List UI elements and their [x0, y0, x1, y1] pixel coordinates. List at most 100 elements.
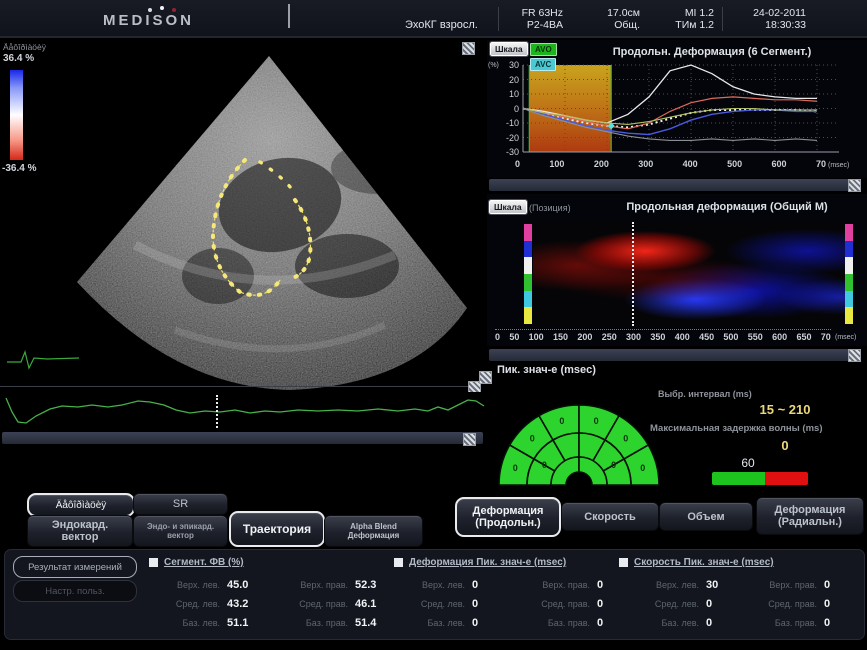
table-row: Баз. лев.0	[405, 613, 478, 632]
time-label: 18:30:33	[730, 19, 806, 31]
velocity-peak-col-left: Верх. лев.30 Сред. лев.0 Баз. лев.0	[639, 575, 718, 632]
row-value: 0	[706, 598, 712, 610]
measure-result-button[interactable]: Результат измерений	[13, 556, 137, 578]
user-settings-button[interactable]: Настр. польз.	[13, 580, 137, 602]
app-mode: Общ.	[585, 19, 640, 31]
svg-text:0: 0	[530, 433, 535, 443]
strain-x-ticks: 010020030040050060070	[515, 159, 826, 169]
row-value: 46.1	[355, 598, 376, 610]
strain-mmode-heatmap[interactable]	[533, 222, 845, 326]
probe-name: P2-4BA	[505, 19, 563, 31]
mmode-panel: Шкала (Позиция) Продольная деформация (О…	[487, 194, 867, 346]
logo-divider	[288, 4, 290, 28]
row-value: 0	[824, 617, 830, 629]
row-label: Верх. прав.	[288, 580, 348, 590]
tis-value: ТИм 1.2	[652, 19, 714, 31]
avc-badge: AVC	[530, 58, 556, 71]
row-label: Сред. прав.	[757, 599, 817, 609]
row-label: Баз. лев.	[639, 618, 699, 628]
strain-longitudinal-button[interactable]: Деформация (Продольн.)	[455, 497, 561, 537]
checkbox[interactable]	[149, 558, 158, 567]
section-title: Сегмент. ФВ (%)	[164, 557, 244, 568]
row-value: 30	[706, 579, 718, 591]
mmode-scrollbar-icon[interactable]	[848, 349, 861, 362]
section-header-velocity-peak: Скорость Пик. знач-е (msec)	[619, 557, 774, 568]
segment-colorbar-left	[524, 224, 532, 324]
mmode-scrollbar[interactable]	[489, 349, 861, 361]
velocity-button[interactable]: Скорость	[561, 502, 659, 531]
trajectory-button[interactable]: Траектория	[229, 511, 325, 547]
strain-scrollbar[interactable]	[489, 179, 861, 191]
cine-scrollbar-icon[interactable]	[463, 433, 476, 446]
row-label: Сред. лев.	[160, 599, 220, 609]
row-label: Верх. лев.	[639, 580, 699, 590]
interval-label: Выбр. интервал (ms)	[658, 389, 752, 399]
strain-chart-title: Продольн. Деформация (6 Сегмент.)	[567, 46, 857, 58]
button-label: Эндо- и эпикард.	[147, 522, 214, 531]
button-label: Объем	[687, 511, 724, 523]
row-value: 0	[597, 598, 603, 610]
row-label: Баз. лев.	[405, 618, 465, 628]
bullseye-map[interactable]: 00000000	[494, 382, 664, 488]
logo-dot	[160, 6, 164, 10]
table-row: Сред. прав. 0	[530, 594, 603, 613]
delay-bar-value: 60	[728, 456, 768, 470]
row-label: Сред. прав.	[530, 599, 590, 609]
alpha-blend-button[interactable]: Alpha Blend Деформация	[324, 515, 423, 547]
table-row: Сред. прав. 46.1	[288, 594, 376, 613]
sr-button[interactable]: SR	[133, 493, 228, 515]
table-row: Верх. лев.0	[405, 575, 478, 594]
row-label: Сред. прав.	[288, 599, 348, 609]
image-corner-icon[interactable]	[462, 42, 475, 55]
deformation-button[interactable]: Äåôîðìàöèÿ	[27, 493, 135, 517]
delay-bar-red	[765, 472, 808, 485]
checkbox[interactable]	[619, 558, 628, 567]
svg-text:0: 0	[611, 460, 616, 470]
row-value: 45.0	[227, 579, 248, 591]
brand-logo: MEDISON	[103, 12, 194, 29]
table-row: Сред. прав. 0	[757, 594, 830, 613]
button-label: Alpha Blend	[350, 522, 397, 531]
endo-epi-vector-button[interactable]: Эндо- и эпикард. вектор	[133, 515, 228, 547]
ecg-strip	[0, 392, 487, 430]
table-row: Баз. прав.0	[530, 613, 603, 632]
colorbar-title: Äåôîðìàöèÿ	[3, 42, 46, 52]
scale-button[interactable]: Шкала	[489, 200, 527, 214]
ecg-frame-cursor[interactable]	[216, 395, 218, 428]
table-row: Баз. лев.51.1	[160, 613, 248, 632]
cine-scrollbar[interactable]	[2, 432, 483, 444]
row-label: Баз. лев.	[160, 618, 220, 628]
row-value: 0	[597, 617, 603, 629]
row-label: Баз. прав.	[288, 618, 348, 628]
endocardial-vector-button[interactable]: Эндокард. вектор	[27, 515, 133, 547]
ultrasound-image[interactable]	[55, 40, 487, 392]
mmode-cursor[interactable]	[632, 222, 634, 326]
delay-threshold-bar[interactable]	[712, 472, 808, 485]
section-title: Деформация Пик. знач-е (msec)	[409, 557, 566, 568]
avo-badge: AVO	[530, 43, 557, 56]
row-label: Верх. лев.	[160, 580, 220, 590]
ultrasound-screen: MEDISON ЭхоКГ взросл. FR 63Hz P2-4BA 17.…	[0, 0, 867, 650]
measurement-panel: Результат измерений Настр. польз. Сегмен…	[4, 549, 865, 640]
button-label: (Продольн.)	[475, 517, 540, 529]
frame-rate: FR 63Hz	[505, 7, 563, 19]
strain-peak-col-right: Верх. прав.0 Сред. прав.0 Баз. прав.0	[530, 575, 603, 632]
button-label: Скорость	[584, 511, 636, 523]
strain-radial-button[interactable]: Деформация (Радиальн.)	[756, 497, 864, 535]
row-label: Верх. лев.	[405, 580, 465, 590]
header-divider	[722, 7, 723, 31]
section-header-strain-peak: Деформация Пик. знач-е (msec)	[394, 557, 566, 568]
row-value: 0	[824, 598, 830, 610]
button-label: вектор	[62, 531, 99, 543]
checkbox[interactable]	[394, 558, 403, 567]
volume-button[interactable]: Объем	[659, 502, 753, 531]
depth-value: 17.0см	[585, 7, 640, 19]
peak-panel-icon[interactable]	[479, 371, 492, 384]
max-delay-value: 0	[765, 438, 805, 453]
row-value: 0	[472, 598, 478, 610]
peak-panel-title: Пик. знач-е (msec)	[497, 364, 596, 376]
section-title: Скорость Пик. знач-е (msec)	[634, 557, 774, 568]
svg-text:0: 0	[542, 460, 547, 470]
strain-scrollbar-icon[interactable]	[848, 179, 861, 192]
scale-button[interactable]: Шкала	[490, 42, 528, 56]
